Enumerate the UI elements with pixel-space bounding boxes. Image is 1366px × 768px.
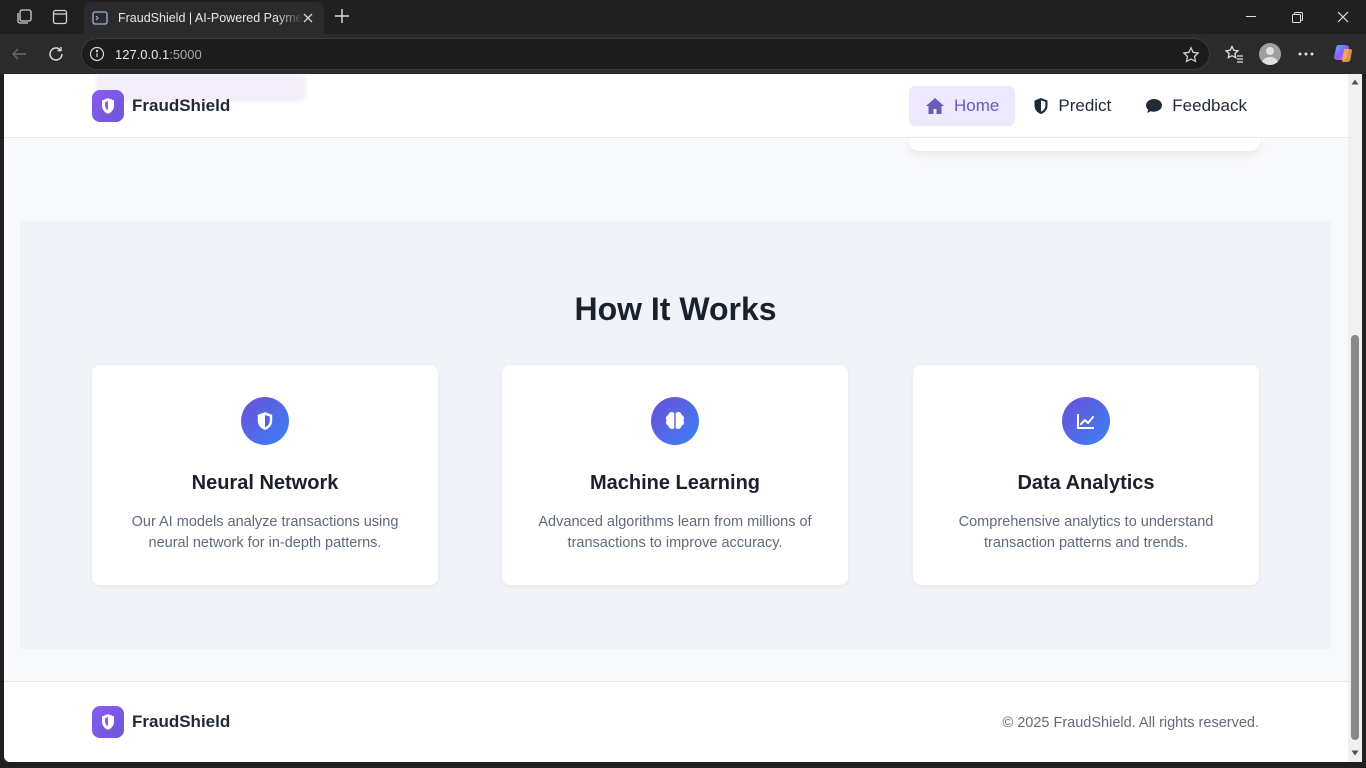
nav-predict[interactable]: Predict [1017,86,1127,126]
nav-predict-label: Predict [1058,96,1112,115]
footer-brand-name: FraudShield [132,712,231,731]
main-nav: Home Predict Feedback [909,86,1265,126]
scroll-up-arrow-icon[interactable] [1351,78,1359,86]
address-bar[interactable]: 127.0.0.1:5000 [81,38,1210,70]
favorites-icon[interactable] [1222,42,1246,66]
nav-feedback-label: Feedback [1172,96,1247,115]
window-bottom-edge [0,762,1366,768]
site-footer: FraudShield © 2025 FraudShield. All righ… [4,681,1348,762]
fraudshield-logo-icon [92,706,124,738]
feature-card-description: Advanced algorithms learn from millions … [538,514,812,551]
nav-feedback[interactable]: Feedback [1129,86,1263,126]
feature-card-neural-network: Neural Network Our AI models analyze tra… [92,365,438,585]
home-icon [926,98,944,114]
workspaces-icon[interactable] [13,6,35,28]
page-favicon-icon [92,11,108,25]
chat-icon [1146,99,1163,113]
restore-window-icon[interactable] [1274,0,1320,34]
browser-toolbar: 127.0.0.1:5000 [0,34,1366,74]
copilot-icon[interactable] [1331,42,1355,66]
feature-card-machine-learning: Machine Learning Advanced algorithms lea… [502,365,848,585]
reload-icon[interactable] [44,42,68,66]
feature-card-description: Comprehensive analytics to understand tr… [958,514,1214,551]
copyright-text: © 2025 FraudShield. All rights reserved. [1002,715,1259,731]
site-header: FraudShield Home Predict Feedback [4,74,1348,138]
browser-tab-bar: FraudShield | AI-Powered Payment Fraud D… [0,0,1366,34]
scroll-down-arrow-icon[interactable] [1351,749,1359,757]
brain-icon [651,397,699,445]
page-scrollbar[interactable] [1348,74,1362,762]
brand[interactable]: FraudShield [92,90,230,122]
nav-dropdown-shadow [909,138,1260,151]
how-it-works-section: How It Works Neural Network Our AI model… [20,221,1331,649]
feature-card-data-analytics: Data Analytics Comprehensive analytics t… [913,365,1259,585]
shield-icon [1034,98,1048,114]
fraudshield-logo-icon [92,90,124,122]
nav-home[interactable]: Home [909,86,1016,126]
feature-card-title: Data Analytics [1017,472,1155,494]
page-viewport: FraudShield Home Predict Feedback How It… [4,74,1348,762]
feature-card-description: Our AI models analyze transactions using… [131,514,399,551]
minimize-window-icon[interactable] [1228,0,1274,34]
site-info-icon[interactable] [89,46,105,62]
browser-tab-active[interactable]: FraudShield | AI-Powered Payment Fraud D… [84,2,324,34]
more-options-icon[interactable] [1294,42,1318,66]
nav-home-label: Home [954,96,1000,115]
section-title: How It Works [574,291,777,327]
shield-icon [241,397,289,445]
feature-card-title: Neural Network [191,472,339,494]
profile-avatar-icon[interactable] [1258,42,1282,66]
feature-card-title: Machine Learning [589,472,761,494]
tab-close-icon[interactable] [300,10,316,26]
scrollbar-thumb[interactable] [1351,335,1359,740]
brand-name: FraudShield [132,96,231,115]
back-icon[interactable] [7,42,31,66]
favorite-star-icon[interactable] [1181,45,1201,65]
chart-line-icon [1062,397,1110,445]
close-window-icon[interactable] [1320,0,1366,34]
url-text: 127.0.0.1:5000 [115,47,202,62]
tab-title: FraudShield | AI-Powered Payment Fraud D… [118,11,304,25]
new-tab-icon[interactable] [331,5,353,27]
footer-brand[interactable]: FraudShield [92,706,230,738]
vertical-tabs-icon[interactable] [49,6,71,28]
